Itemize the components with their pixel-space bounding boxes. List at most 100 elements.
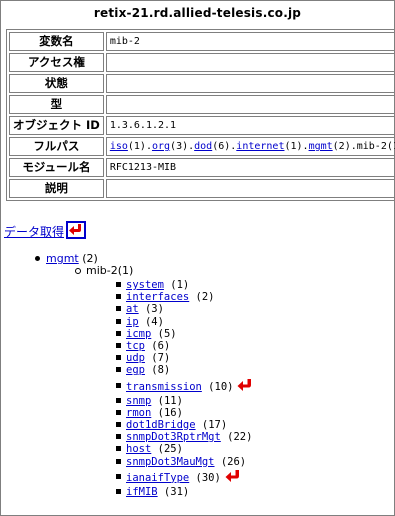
tree-link-at[interactable]: at	[126, 303, 139, 315]
fetch-data-link[interactable]: データ取得	[4, 225, 64, 239]
tree-leaf-item: ianaifType (30)	[116, 469, 241, 485]
tree-number: (4)	[138, 315, 164, 328]
info-value	[105, 53, 395, 72]
info-value: RFC1213-MIB	[105, 158, 395, 177]
tree-number: (11)	[151, 394, 183, 407]
info-value: iso(1).org(3).dod(6).internet(1).mgmt(2)…	[105, 137, 395, 156]
square-bullet	[116, 355, 121, 361]
tree-link-dot1dBridge[interactable]: dot1dBridge	[126, 419, 196, 431]
red-return-arrow-icon[interactable]	[225, 469, 241, 483]
tree-number: (26)	[214, 455, 247, 468]
tree-number: (6)	[144, 340, 171, 352]
tree-leaf-item: transmission (10)	[116, 378, 253, 394]
tree-number: (1)	[163, 279, 190, 291]
tree-link-snmpDot3RptrMgt[interactable]: snmpDot3RptrMgt	[126, 431, 221, 443]
square-bullet	[116, 367, 121, 373]
info-value	[105, 95, 395, 114]
tree-link-egp[interactable]: egp	[126, 364, 145, 376]
fetch-data-button[interactable]	[66, 221, 87, 239]
tree-number: (25)	[151, 443, 183, 456]
tree-child-item: mib-2(1)	[75, 264, 134, 277]
disc-bullet	[35, 256, 40, 261]
tree-number: (16)	[151, 406, 183, 419]
tree-link-udp[interactable]: udp	[126, 352, 145, 364]
circle-bullet	[75, 268, 81, 274]
tree-number: (22)	[220, 431, 253, 444]
tree-leaf-item: snmpDot3MauMgt (26)	[116, 455, 247, 469]
tree-link-interfaces[interactable]: interfaces	[126, 291, 189, 303]
tree-number: (17)	[195, 419, 228, 431]
tree-link-snmp[interactable]: snmp	[126, 395, 151, 407]
square-bullet	[116, 434, 121, 440]
tree-link-ip[interactable]: ip	[126, 316, 139, 328]
square-bullet	[116, 382, 121, 388]
square-bullet	[116, 318, 121, 324]
square-bullet	[116, 343, 121, 348]
square-bullet	[116, 306, 121, 312]
info-key: モジュール名	[9, 158, 104, 177]
info-key: 型	[9, 95, 104, 114]
info-row: 変数名 mib-2	[9, 32, 395, 51]
tree-number: (2)	[189, 291, 215, 304]
square-bullet	[116, 282, 121, 287]
square-bullet	[116, 294, 121, 300]
square-bullet	[116, 397, 121, 403]
info-key: オブジェクト ID	[9, 116, 104, 135]
tree-number: (8)	[144, 364, 171, 377]
full-path-link-internet[interactable]: internet	[236, 141, 284, 152]
full-path-number: (1).	[284, 141, 309, 152]
info-key: フルパス	[9, 137, 104, 156]
full-path-link-org[interactable]: org	[152, 141, 170, 152]
square-bullet	[116, 458, 121, 464]
info-row: アクセス権	[9, 53, 395, 72]
tree-link-mgmt[interactable]: mgmt	[46, 252, 79, 265]
tree-link-snmpDot3MauMgt[interactable]: snmpDot3MauMgt	[126, 456, 215, 468]
tree-leaf-item: ifMIB (31)	[116, 485, 190, 499]
full-path-link-dod[interactable]: dod	[194, 141, 212, 152]
square-bullet	[116, 488, 121, 494]
info-row: オブジェクト ID 1.3.6.1.2.1	[9, 116, 395, 135]
tree-number: (3)	[138, 303, 164, 316]
tree-link-rmon[interactable]: rmon	[126, 407, 151, 419]
tree-link-ifMIB[interactable]: ifMIB	[126, 486, 158, 498]
variable-info-table: 変数名 mib-2 アクセス権 状態型オブジェクト ID 1.3.6.1.2.1 フルパス…	[6, 29, 395, 201]
info-row: 状態	[9, 74, 395, 93]
full-path-number: (6).	[212, 141, 237, 152]
tree-number: (31)	[157, 485, 190, 498]
square-bullet	[116, 422, 121, 427]
square-bullet	[116, 446, 121, 452]
square-bullet	[116, 473, 121, 479]
host-title: retix-21.rd.allied-telesis.co.jp	[93, 6, 302, 20]
return-arrow-icon	[69, 224, 82, 235]
info-row: モジュール名 RFC1213-MIB	[9, 158, 395, 177]
info-value	[105, 74, 395, 93]
info-key: 状態	[9, 74, 104, 93]
full-path-number: (2).mib-2(1)	[332, 141, 395, 152]
tree-link-tcp[interactable]: tcp	[126, 340, 145, 352]
tree-number: (10)	[201, 380, 234, 393]
tree-link-system[interactable]: system	[126, 279, 164, 291]
tree-number: (7)	[144, 352, 171, 365]
tree-link-ianaifType[interactable]: ianaifType	[126, 472, 189, 484]
square-bullet	[116, 330, 121, 336]
red-return-arrow-icon[interactable]	[237, 378, 253, 392]
info-key: 変数名	[9, 32, 104, 51]
tree-number: (30)	[189, 471, 221, 484]
info-row: 説明	[9, 179, 395, 198]
tree-link-icmp[interactable]: icmp	[126, 328, 151, 340]
tree-leaf-item: egp (8)	[116, 363, 171, 377]
fetch-data-area: データ取得	[4, 221, 87, 240]
info-value	[105, 179, 395, 198]
square-bullet	[116, 409, 121, 415]
full-path-link-mgmt[interactable]: mgmt	[309, 141, 333, 152]
tree-label-mib-2: mib-2(1)	[86, 264, 134, 277]
full-path-link-iso[interactable]: iso	[110, 141, 128, 152]
tree-link-transmission[interactable]: transmission	[126, 381, 202, 393]
info-value: 1.3.6.1.2.1	[105, 116, 395, 135]
full-path-number: (1).	[127, 141, 152, 152]
full-path-number: (3).	[170, 141, 195, 152]
info-row: フルパス iso(1).org(3).dod(6).internet(1).mgm…	[9, 137, 395, 156]
info-row: 型	[9, 95, 395, 114]
info-key: 説明	[9, 179, 104, 198]
tree-link-host[interactable]: host	[126, 443, 151, 455]
